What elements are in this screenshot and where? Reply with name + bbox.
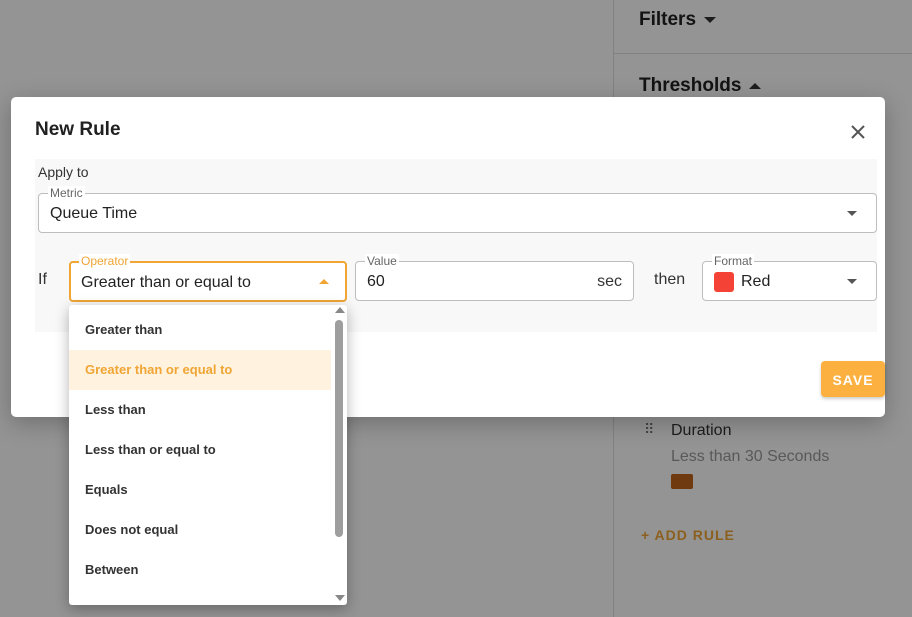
menu-item-greater-than[interactable]: Greater than — [69, 310, 331, 350]
value-label: Value — [365, 254, 399, 268]
format-label: Format — [712, 254, 755, 268]
then-label: then — [654, 271, 686, 288]
menu-item-does-not-equal[interactable]: Does not equal — [69, 510, 331, 550]
chevron-down-icon — [847, 279, 857, 284]
scrollbar-thumb[interactable] — [335, 320, 343, 537]
operator-value: Greater than or equal to — [81, 274, 251, 291]
chevron-up-icon — [319, 279, 329, 284]
operator-label: Operator — [79, 254, 131, 268]
menu-scrollbar[interactable] — [334, 305, 346, 605]
menu-item-less-than-or-equal[interactable]: Less than or equal to — [69, 430, 331, 470]
metric-label: Metric — [48, 186, 85, 200]
if-label: If — [38, 271, 47, 288]
value-field[interactable]: Value 60 sec — [355, 254, 634, 301]
menu-item-not-between[interactable]: Not Between — [69, 590, 331, 605]
format-select[interactable]: Format Red — [702, 254, 877, 301]
scroll-up-arrow-icon[interactable] — [335, 307, 345, 313]
metric-value: Queue Time — [50, 205, 138, 222]
chevron-down-icon — [847, 211, 857, 216]
dialog-title: New Rule — [35, 119, 121, 140]
menu-item-between[interactable]: Between — [69, 550, 331, 590]
save-button[interactable]: SAVE — [821, 361, 885, 397]
operator-menu: Greater than Greater than or equal to Le… — [69, 305, 347, 605]
operator-select[interactable]: Operator Greater than or equal to — [69, 254, 347, 302]
menu-item-equals[interactable]: Equals — [69, 470, 331, 510]
apply-to-label: Apply to — [38, 164, 89, 180]
menu-item-greater-than-or-equal[interactable]: Greater than or equal to — [69, 350, 331, 390]
format-color-swatch — [714, 272, 734, 292]
scroll-down-arrow-icon[interactable] — [335, 595, 345, 601]
metric-select[interactable]: Metric Queue Time — [38, 186, 877, 233]
format-value: Red — [741, 273, 771, 290]
menu-item-less-than[interactable]: Less than — [69, 390, 331, 430]
value-input[interactable]: 60 — [367, 273, 385, 291]
unit-suffix: sec — [597, 273, 622, 290]
close-icon[interactable] — [847, 121, 869, 143]
